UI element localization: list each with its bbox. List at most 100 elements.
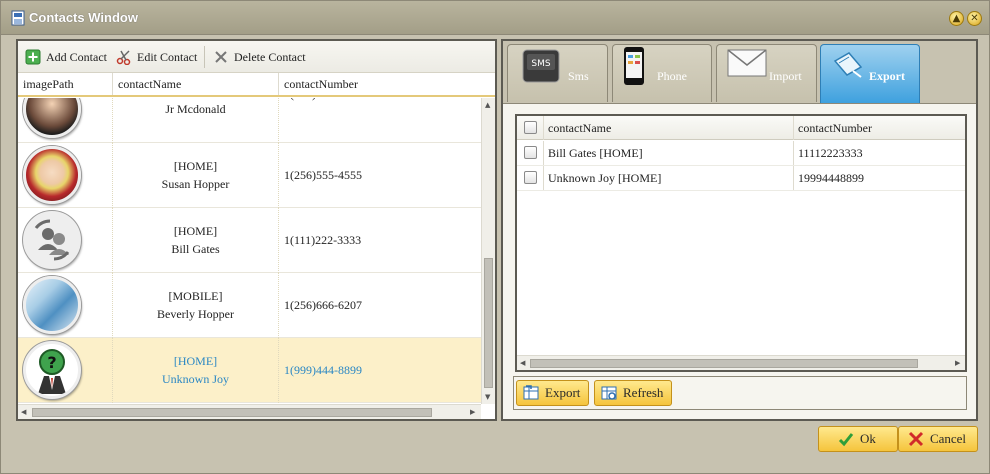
contacts-grid-header: imagePath contactName contactNumber — [18, 73, 495, 97]
contact-name: Susan Hopper — [161, 177, 230, 191]
table-row[interactable]: ? [HOME] Unknown Joy 1(999)444-8899 — [18, 338, 481, 403]
export-contact-number: 19994448899 — [798, 171, 864, 185]
column-header-contactnumber[interactable]: contactNumber — [279, 73, 495, 95]
toolbar-divider — [204, 46, 205, 68]
checkmark-icon — [838, 433, 854, 447]
tab-export[interactable]: Export — [820, 44, 920, 104]
image-cell — [18, 143, 113, 208]
add-icon — [25, 49, 41, 65]
edit-contact-button[interactable]: Edit Contact — [116, 48, 197, 66]
minimize-icon[interactable]: ▲ — [949, 11, 964, 26]
unknown-person-glyph: ? — [38, 349, 66, 394]
export-tab-content: contactName contactNumber Bill Gates [HO… — [503, 103, 976, 419]
contact-name-cell: [MOBILE] Jr Mcdonald — [113, 98, 279, 143]
cancel-button[interactable]: Cancel — [898, 426, 978, 452]
ok-button-label: Ok — [860, 431, 876, 446]
export-button-label: Export — [545, 385, 581, 400]
contact-number: 1(256)333-4444 — [279, 98, 481, 143]
tab-phone[interactable]: Phone — [612, 44, 712, 102]
add-contact-button[interactable]: Add Contact — [25, 48, 107, 66]
tab-import[interactable]: Import — [716, 44, 817, 102]
contact-name: Unknown Joy — [161, 372, 229, 386]
export-grid: contactName contactNumber Bill Gates [HO… — [515, 114, 967, 372]
table-row[interactable]: [MOBILE] Beverly Hopper 1(256)666-6207 — [18, 273, 481, 338]
select-all-checkbox[interactable] — [524, 121, 537, 134]
export-horizontal-scrollbar[interactable]: ◀ ▶ — [517, 355, 965, 370]
contacts-horizontal-scrollbar[interactable]: ◀ ▶ — [18, 404, 481, 419]
contact-number: 1(999)444-8899 — [284, 363, 362, 377]
contact-number: 1(256)555-4555 — [284, 168, 362, 182]
contact-type: [MOBILE] — [168, 289, 223, 303]
svg-text:?: ? — [47, 353, 56, 372]
scroll-right-icon[interactable]: ▶ — [955, 359, 960, 367]
contact-name-cell: [HOME] Unknown Joy — [113, 338, 279, 403]
delete-x-icon — [215, 51, 227, 63]
vertical-scroll-thumb[interactable] — [484, 258, 493, 388]
column-header-contactname[interactable]: contactName — [113, 73, 279, 95]
delete-contact-button[interactable]: Delete Contact — [213, 48, 306, 66]
title-bar[interactable]: Contacts Window ▲ ✕ — [1, 1, 989, 35]
horizontal-scroll-thumb[interactable] — [32, 408, 432, 417]
row-checkbox[interactable] — [524, 146, 537, 159]
sms-icon: SMS — [522, 49, 560, 83]
export-contact-name: Unknown Joy [HOME] — [544, 166, 794, 190]
row-select-cell — [517, 141, 544, 165]
scroll-right-icon[interactable]: ▶ — [470, 408, 475, 416]
scissors-icon — [116, 50, 131, 65]
tab-phone-label: Phone — [657, 69, 687, 83]
column-header-contactnumber[interactable]: contactNumber — [794, 116, 965, 140]
contact-name: Jr Mcdonald — [165, 102, 226, 116]
refresh-grid-icon — [601, 386, 617, 400]
person-photo-icon — [23, 98, 81, 138]
image-cell — [18, 98, 113, 143]
cancel-x-icon — [908, 431, 924, 447]
image-cell — [18, 208, 113, 273]
tab-import-label: Import — [769, 69, 802, 83]
image-cell — [18, 273, 113, 338]
scroll-left-icon[interactable]: ◀ — [21, 408, 26, 416]
export-contact-number: 11112223333 — [798, 146, 863, 160]
scroll-down-icon[interactable]: ▼ — [485, 393, 490, 401]
contact-type: [HOME] — [173, 224, 218, 238]
contact-type: [HOME] — [173, 354, 218, 368]
phone-icon — [624, 47, 644, 85]
table-row[interactable]: [HOME] Susan Hopper 1(256)555-4555 — [18, 143, 481, 208]
feather-icon — [23, 276, 81, 334]
export-contact-name: Bill Gates [HOME] — [544, 141, 794, 165]
svg-text:SMS: SMS — [531, 59, 550, 69]
refresh-button[interactable]: Refresh — [594, 380, 673, 406]
table-row[interactable]: Unknown Joy [HOME] 19994448899 — [517, 166, 965, 191]
contacts-sync-glyph — [34, 219, 70, 261]
column-header-contactname[interactable]: contactName — [544, 116, 794, 140]
tab-sms-label: Sms — [568, 69, 589, 83]
contact-name: Bill Gates — [171, 242, 220, 256]
select-all-cell — [517, 116, 544, 140]
table-row[interactable]: Bill Gates [HOME] 11112223333 — [517, 141, 965, 166]
contacts-panel: Add Contact Edit Contact Delete Contact — [16, 39, 497, 421]
contacts-grid-body: [MOBILE] Jr Mcdonald 1(256)333-4444 [HOM… — [18, 98, 481, 404]
window-app-icon — [11, 10, 25, 26]
contact-number: 1(111)222-3333 — [284, 233, 362, 247]
table-row[interactable]: [HOME] Bill Gates 1(111)222-3333 — [18, 208, 481, 273]
scroll-left-icon[interactable]: ◀ — [520, 359, 525, 367]
add-contact-label: Add Contact — [46, 49, 107, 64]
contact-name-cell: [MOBILE] Beverly Hopper — [113, 273, 279, 338]
contact-name-cell: [HOME] Bill Gates — [113, 208, 279, 273]
contact-name: Beverly Hopper — [157, 307, 234, 321]
export-button[interactable]: Export — [516, 380, 590, 406]
scroll-up-icon[interactable]: ▲ — [485, 101, 490, 109]
export-button-bar: Export Refresh — [513, 376, 967, 410]
tab-sms[interactable]: SMS Sms — [507, 44, 608, 102]
horizontal-scroll-thumb[interactable] — [530, 359, 918, 368]
close-icon[interactable]: ✕ — [967, 11, 982, 26]
ok-button[interactable]: Ok — [818, 426, 898, 452]
window-title: Contacts Window — [29, 10, 138, 25]
table-row[interactable]: [MOBILE] Jr Mcdonald 1(256)333-4444 — [18, 98, 481, 143]
contact-type: [HOME] — [173, 159, 218, 173]
row-checkbox[interactable] — [524, 171, 537, 184]
delete-contact-label: Delete Contact — [234, 49, 306, 64]
export-grid-icon — [523, 385, 539, 400]
contacts-vertical-scrollbar[interactable]: ▲ ▼ — [481, 98, 495, 404]
contact-number: 1(256)666-6207 — [284, 298, 362, 312]
column-header-imagepath[interactable]: imagePath — [18, 73, 113, 95]
